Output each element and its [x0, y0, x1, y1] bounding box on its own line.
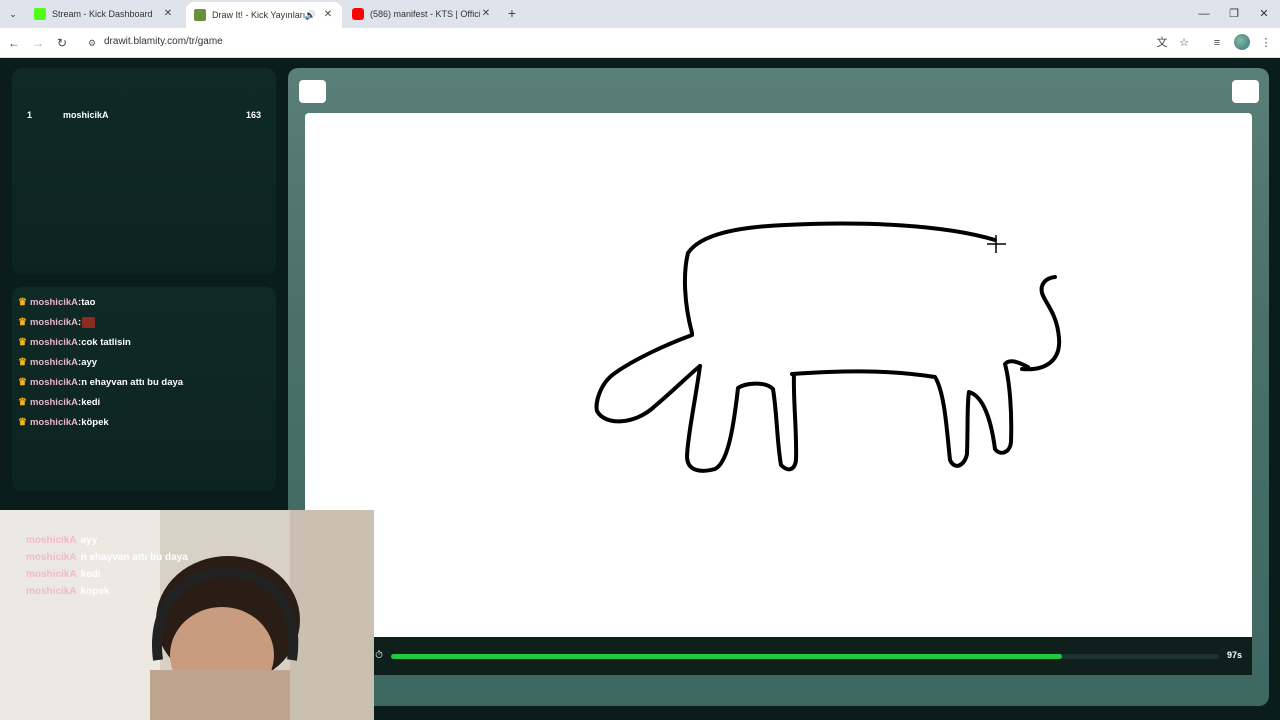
- profile-avatar[interactable]: [1234, 34, 1250, 50]
- webcam-chat-text: ayy: [80, 535, 98, 546]
- new-tab-button[interactable]: +: [504, 4, 520, 22]
- minimize-icon[interactable]: —: [1196, 6, 1212, 22]
- chat-panel: ♛ moshicikA: tao ♛ moshicikA: ♛ moshicikA…: [12, 287, 276, 491]
- address-bar[interactable]: drawit.blamity.com/tr/game: [104, 36, 223, 47]
- chat-username: moshicikA: [29, 316, 79, 328]
- tab-search-icon[interactable]: ⌄: [4, 6, 22, 22]
- panel-left-button[interactable]: [299, 80, 326, 103]
- crown-icon: ♛: [18, 356, 27, 368]
- chat-text: n ehayvan attı bu daya: [81, 376, 184, 388]
- webcam-chat-line: moshicikA kopek: [26, 586, 109, 597]
- browser-tab-kick-dashboard[interactable]: Stream - Kick Dashboard ✕: [26, 2, 182, 26]
- webcam-chat-text: kopek: [80, 586, 110, 597]
- webcam-chat-text: n ehayvan attı bu daya: [80, 552, 188, 563]
- crown-icon: ♛: [18, 296, 27, 308]
- crown-icon: ♛: [18, 376, 27, 388]
- kick-favicon-icon: [34, 8, 46, 20]
- webcam-chat-username: moshicikA: [26, 569, 77, 580]
- webcam-chat-line: moshicikA ayy: [26, 535, 97, 546]
- chat-text: kedi: [81, 396, 101, 408]
- chat-username: moshicikA: [29, 356, 79, 368]
- leaderboard-name: moshicikA: [63, 110, 109, 120]
- browser-tab-youtube[interactable]: (586) manifest - KTS | Official M ✕: [344, 2, 500, 26]
- youtube-favicon-icon: [352, 8, 364, 20]
- speaker-icon[interactable]: 🔊: [305, 10, 316, 21]
- drawing-canvas[interactable]: [305, 113, 1252, 637]
- site-settings-icon[interactable]: ⚙: [86, 37, 98, 49]
- restore-icon[interactable]: ❐: [1226, 6, 1242, 22]
- back-icon[interactable]: ←: [6, 35, 22, 51]
- forward-icon[interactable]: →: [30, 35, 46, 51]
- chat-text: ayy: [81, 356, 98, 368]
- timer-progress: [391, 654, 1062, 659]
- chat-message: ♛ moshicikA: n ehayvan attı bu daya: [18, 376, 184, 388]
- drawing-strokes: [594, 221, 1062, 473]
- chat-emote-icon: [82, 316, 96, 328]
- crown-icon: ♛: [18, 396, 27, 408]
- chat-username: moshicikA: [29, 416, 79, 428]
- webcam-chat-line: moshicikA n ehayvan attı bu daya: [26, 552, 188, 563]
- chat-text: tao: [81, 296, 96, 308]
- round-timer: ⏱ 97s: [305, 637, 1252, 675]
- webcam-chat-username: moshicikA: [26, 535, 77, 546]
- chat-username: moshicikA: [29, 376, 79, 388]
- drawit-favicon-icon: [194, 9, 206, 21]
- chat-message: ♛ moshicikA: tao: [18, 296, 96, 308]
- browser-toolbar: ← → ↻ ⚙ drawit.blamity.com/tr/game 文 ☆ ≡…: [0, 28, 1280, 58]
- menu-icon[interactable]: ⋮: [1258, 35, 1274, 51]
- leaderboard-score: 163: [245, 110, 261, 120]
- chat-message: ♛ moshicikA: ayy: [18, 356, 98, 368]
- close-window-icon[interactable]: ✕: [1256, 6, 1272, 22]
- close-tab-icon[interactable]: ✕: [322, 9, 334, 21]
- chat-message: ♛ moshicikA: kedi: [18, 396, 101, 408]
- chat-username: moshicikA: [29, 396, 79, 408]
- chat-username: moshicikA: [29, 336, 79, 348]
- webcam-overlay: moshicikA ayy moshicikA n ehayvan attı bu …: [0, 510, 374, 720]
- close-tab-icon[interactable]: ✕: [162, 8, 174, 20]
- leaderboard-panel: 1 moshicikA 163: [12, 68, 276, 274]
- timer-text: 97s: [1226, 650, 1242, 660]
- crown-icon: ♛: [18, 416, 27, 428]
- crown-icon: ♛: [18, 336, 27, 348]
- leaderboard-row: 1 moshicikA 163: [12, 110, 276, 126]
- chat-username: moshicikA: [29, 296, 79, 308]
- timer-track: [391, 654, 1219, 659]
- media-controls-icon[interactable]: ≡: [1209, 35, 1225, 51]
- tab-title: Draw It! - Kick Yayınları İçin: [212, 10, 305, 20]
- bookmark-star-icon[interactable]: ☆: [1176, 35, 1192, 51]
- crown-icon: ♛: [18, 316, 27, 328]
- browser-tabstrip: ⌄ Stream - Kick Dashboard ✕ Draw It! - K…: [0, 0, 1280, 28]
- chat-message: ♛ moshicikA: köpek: [18, 416, 109, 428]
- chat-message: ♛ moshicikA:: [18, 314, 96, 330]
- translate-icon[interactable]: 文: [1154, 35, 1170, 51]
- chat-message: ♛ moshicikA: cok tatlisin: [18, 336, 131, 348]
- reload-icon[interactable]: ↻: [54, 35, 70, 51]
- webcam-chat-username: moshicikA: [26, 586, 77, 597]
- clock-icon: ⏱: [375, 650, 383, 661]
- browser-tab-draw-it[interactable]: Draw It! - Kick Yayınları İçin 🔊 ✕: [186, 2, 342, 28]
- webcam-chat-line: moshicikA kedi: [26, 569, 101, 580]
- tab-title: (586) manifest - KTS | Official M: [370, 9, 480, 19]
- tab-title: Stream - Kick Dashboard: [52, 9, 153, 19]
- panel-right-button[interactable]: [1232, 80, 1259, 103]
- close-tab-icon[interactable]: ✕: [480, 8, 492, 20]
- chat-text: cok tatlisin: [81, 336, 131, 348]
- chat-text: köpek: [81, 416, 109, 428]
- webcam-chat-text: kedi: [80, 569, 101, 580]
- webcam-chat-username: moshicikA: [26, 552, 77, 563]
- leaderboard-rank: 1: [27, 110, 33, 120]
